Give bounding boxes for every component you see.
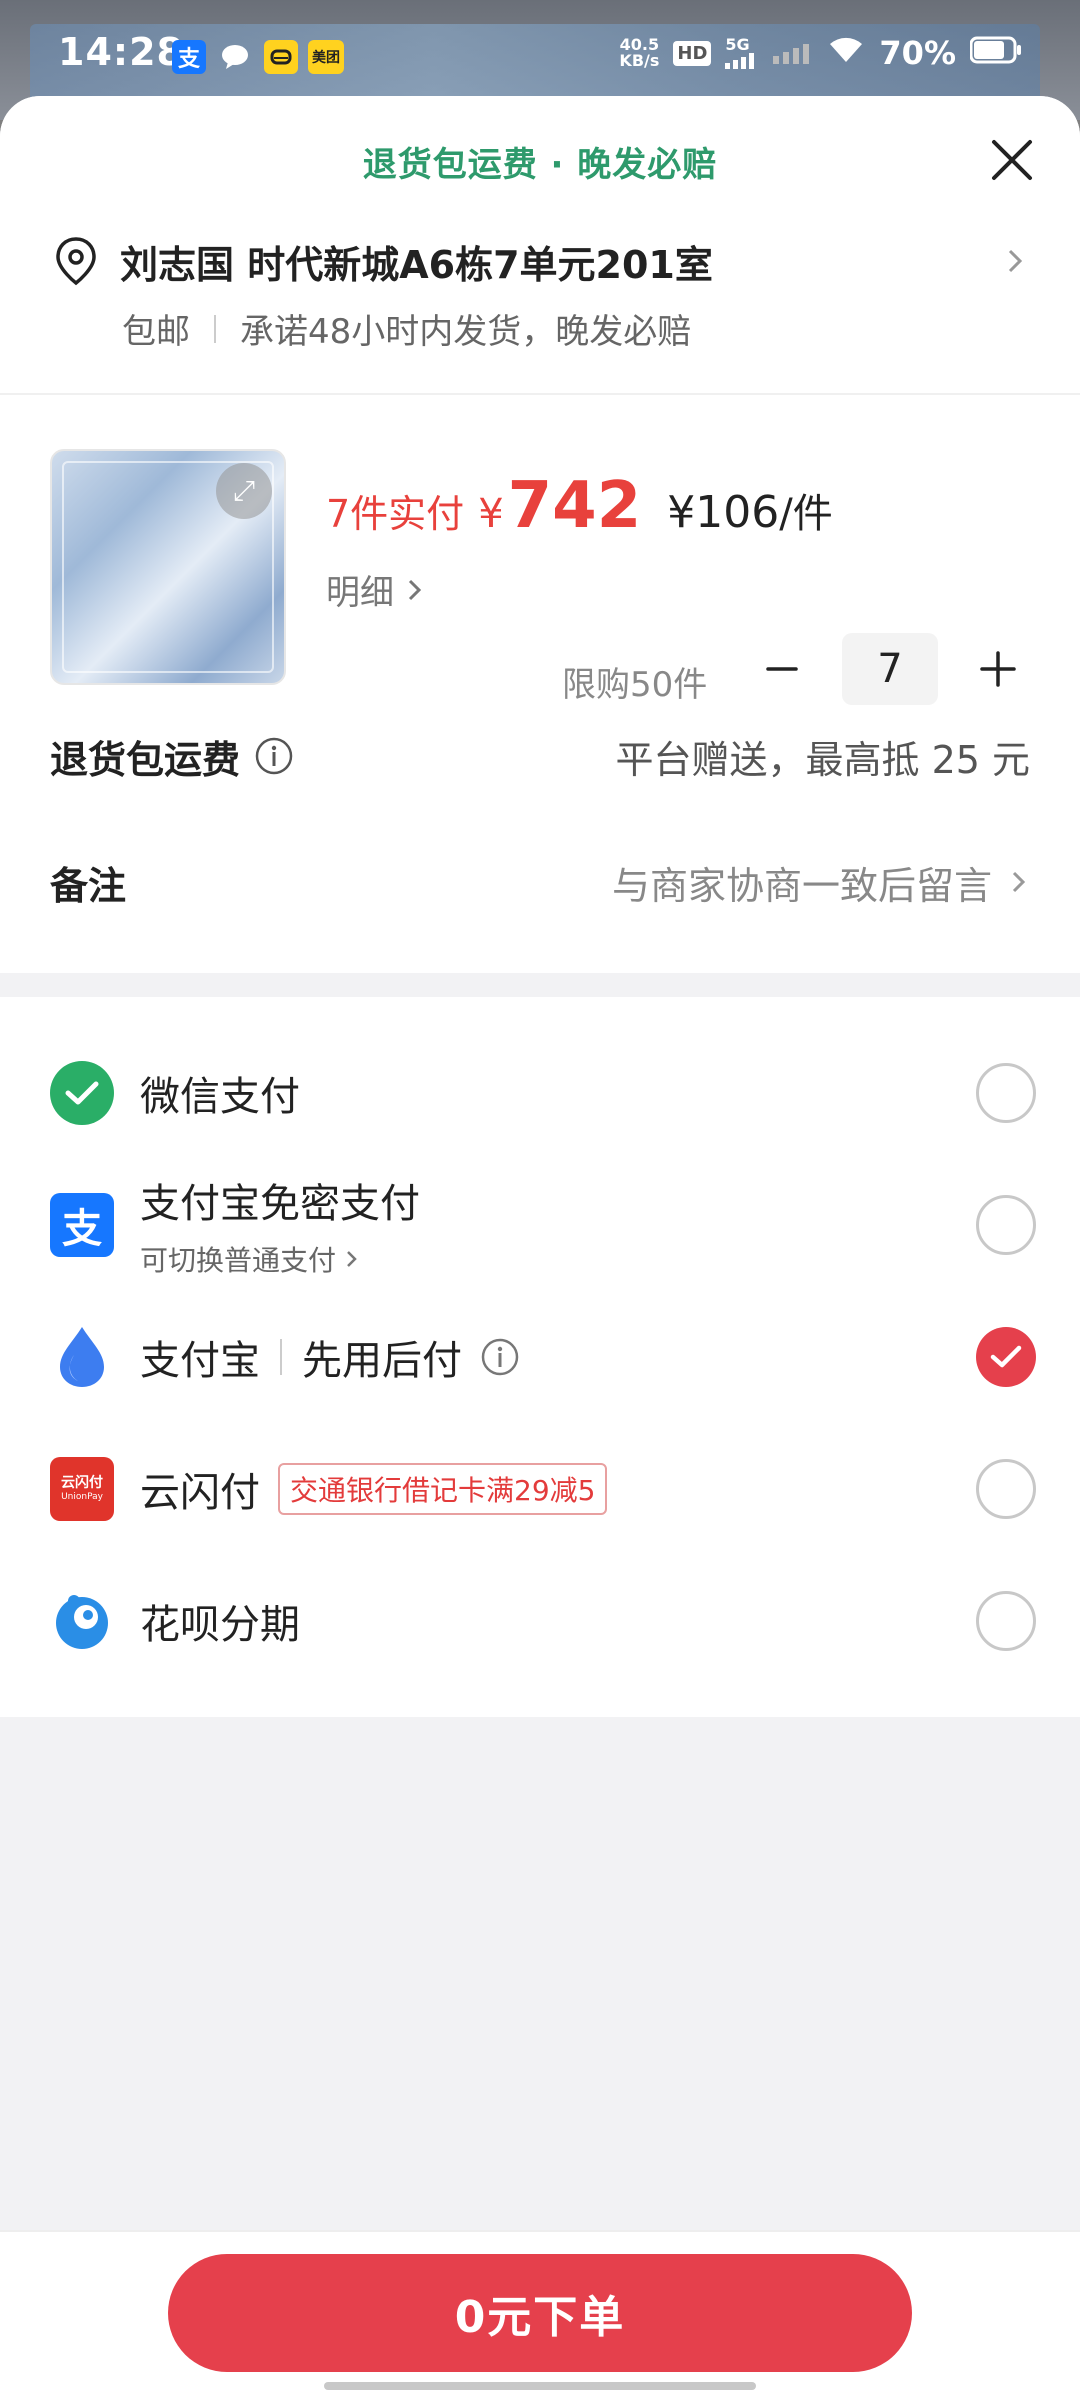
checkout-sheet: 退货包运费 · 晚发必赔 刘志国 时代新城A6栋7单元201室 包邮 承诺48小… xyxy=(0,96,1080,2400)
switch-label: 可切换普通支付 xyxy=(140,1244,337,1277)
close-button[interactable] xyxy=(986,134,1038,186)
radio-wechat[interactable] xyxy=(976,1063,1036,1123)
payment-label: 花呗分期 xyxy=(140,1602,300,1648)
unionpay-icon: 云闪付 UnionPay xyxy=(50,1457,114,1521)
network-type: 5G xyxy=(725,35,750,54)
battery-percent: 70% xyxy=(879,34,956,72)
chevron-right-icon xyxy=(347,1251,357,1267)
free-shipping-label: 包邮 xyxy=(122,312,190,352)
battery-icon xyxy=(969,34,1022,72)
huabei-icon xyxy=(50,1589,114,1653)
address-text: 刘志国 时代新城A6栋7单元201室 xyxy=(120,242,713,287)
payment-label: 微信支付 xyxy=(140,1074,300,1120)
chat-notification-icon xyxy=(218,40,252,74)
meituan-notification-icon: 美团 xyxy=(308,40,344,74)
payment-label: 支付宝免密支付 xyxy=(140,1181,420,1227)
unit-suffix: /件 xyxy=(779,491,833,537)
expand-icon: ⤢ xyxy=(216,463,272,519)
hd-icon: HD xyxy=(673,40,712,66)
payment-label: 云闪付 xyxy=(140,1470,260,1516)
radio-alipay-nopwd[interactable] xyxy=(976,1195,1036,1255)
unionpay-icon-sub: UnionPay xyxy=(61,1492,103,1502)
signal-5g-icon: 5G xyxy=(725,37,759,69)
location-pin-icon xyxy=(56,237,96,286)
divider xyxy=(214,314,216,343)
payment-wechat[interactable]: 微信支付 xyxy=(0,1027,1080,1159)
payment-label: 支付宝 xyxy=(140,1338,260,1384)
payment-huabei[interactable]: 花呗分期 xyxy=(0,1555,1080,1687)
return-shipping-title-group: 退货包运费 xyxy=(50,729,294,784)
remark-title: 备注 xyxy=(50,863,127,908)
status-right-group: 40.5 KB/s HD 5G 70% xyxy=(619,34,1022,72)
switch-normal-pay-link[interactable]: 可切换普通支付 xyxy=(140,1239,420,1279)
return-shipping-title: 退货包运费 xyxy=(50,737,241,782)
payment-alipay-paylater[interactable]: 支付宝 先用后付 xyxy=(0,1291,1080,1423)
wifi-icon xyxy=(827,34,865,72)
remark-row[interactable]: 备注 与商家协商一致后留言 xyxy=(0,817,1080,947)
check-icon xyxy=(990,1345,1022,1368)
close-icon xyxy=(992,140,1032,180)
status-time: 14:28 xyxy=(58,30,184,74)
chevron-right-icon xyxy=(408,579,422,600)
info-icon[interactable] xyxy=(254,736,294,776)
order-section: 退货包运费 · 晚发必赔 刘志国 时代新城A6栋7单元201室 包邮 承诺48小… xyxy=(0,96,1080,973)
submit-order-button[interactable]: 0元下单 xyxy=(168,2254,912,2372)
chevron-right-icon xyxy=(1008,249,1023,273)
info-icon[interactable] xyxy=(480,1337,520,1377)
payment-label-secondary: 先用后付 xyxy=(302,1338,462,1384)
currency-symbol: ¥ xyxy=(478,491,504,537)
return-shipping-row: 退货包运费 平台赠送，最高抵 25 元 xyxy=(0,695,1080,817)
divider xyxy=(280,1339,282,1375)
detail-label: 明细 xyxy=(326,573,394,613)
ride-notification-icon xyxy=(264,40,298,74)
plus-icon xyxy=(980,651,1016,687)
alipay-notification-icon: 支 xyxy=(172,40,206,74)
price-line: 7件实付 ¥ 742 ¥106 /件 xyxy=(326,469,833,543)
product-thumbnail[interactable]: ⤢ xyxy=(50,449,286,685)
unit-price: ¥106 xyxy=(667,487,780,538)
payment-text-group: 支付宝免密支付 可切换普通支付 xyxy=(140,1171,420,1279)
product-row: ⤢ 7件实付 ¥ 742 ¥106 /件 明细 限购50件 7 xyxy=(0,395,1080,705)
quantity-paid-label: 7件实付 xyxy=(326,492,465,536)
alipay-paylater-icon xyxy=(50,1325,114,1389)
radio-alipay-paylater-checked[interactable] xyxy=(976,1327,1036,1387)
header-title: 退货包运费 · 晚发必赔 xyxy=(362,144,718,185)
remark-placeholder: 与商家协商一致后留言 xyxy=(611,863,992,908)
shipping-info: 包邮 承诺48小时内发货，晚发必赔 xyxy=(122,304,1030,353)
net-speed: 40.5 KB/s xyxy=(619,37,659,69)
payment-methods: 微信支付 支 支付宝免密支付 可切换普通支付 支付宝 先用后付 云闪付 Unio… xyxy=(0,997,1080,1717)
sheet-header: 退货包运费 · 晚发必赔 xyxy=(0,96,1080,226)
address-row[interactable]: 刘志国 时代新城A6栋7单元201室 包邮 承诺48小时内发货，晚发必赔 xyxy=(0,226,1080,395)
payment-unionpay[interactable]: 云闪付 UnionPay 云闪付 交通银行借记卡满29减5 xyxy=(0,1423,1080,1555)
total-price: 742 xyxy=(507,469,642,543)
price-detail-link[interactable]: 明细 xyxy=(326,565,426,614)
payment-alipay-nopwd[interactable]: 支 支付宝免密支付 可切换普通支付 xyxy=(0,1159,1080,1291)
signal-2-icon xyxy=(773,34,813,72)
home-indicator[interactable] xyxy=(324,2382,756,2390)
remark-input[interactable]: 与商家协商一致后留言 xyxy=(612,855,1030,910)
minus-icon xyxy=(766,667,798,671)
promo-badge: 交通银行借记卡满29减5 xyxy=(278,1463,608,1515)
return-shipping-value: 平台赠送，最高抵 25 元 xyxy=(615,737,1030,782)
bottom-bar: 0元下单 xyxy=(0,2230,1080,2400)
wechat-pay-icon xyxy=(50,1061,114,1125)
net-speed-unit: KB/s xyxy=(619,51,660,70)
unionpay-icon-text: 云闪付 xyxy=(61,1475,103,1491)
shipping-promise: 承诺48小时内发货，晚发必赔 xyxy=(240,312,692,352)
section-gap xyxy=(0,973,1080,997)
radio-unionpay[interactable] xyxy=(976,1459,1036,1519)
radio-huabei[interactable] xyxy=(976,1591,1036,1651)
chevron-right-icon xyxy=(1012,871,1026,893)
alipay-icon: 支 xyxy=(50,1193,114,1257)
